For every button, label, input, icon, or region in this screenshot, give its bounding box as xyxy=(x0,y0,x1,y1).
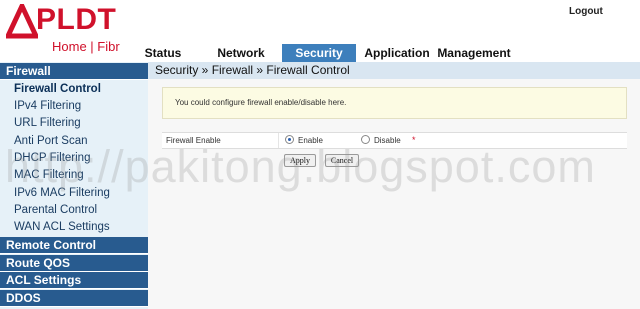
sidebar-section-ddos[interactable]: DDOS xyxy=(0,290,148,307)
info-box: You could configure firewall enable/disa… xyxy=(162,87,627,119)
enable-radio-label: Enable xyxy=(298,136,323,145)
breadcrumb: Security » Firewall » Firewall Control xyxy=(148,62,640,79)
sidebar-item-mac-filtering[interactable]: MAC Filtering xyxy=(0,167,148,184)
tab-network[interactable]: Network xyxy=(208,44,274,62)
brand-name: PLDT xyxy=(36,3,117,36)
sidebar-section-remote-control[interactable]: Remote Control xyxy=(0,237,148,254)
sidebar-item-dhcp-filtering[interactable]: DHCP Filtering xyxy=(0,150,148,167)
cancel-button[interactable]: Cancel xyxy=(325,154,359,167)
logout-link[interactable]: Logout xyxy=(569,6,603,17)
sidebar-item-wan-acl-settings[interactable]: WAN ACL Settings xyxy=(0,219,148,236)
sidebar-section-route-qos[interactable]: Route QOS xyxy=(0,255,148,272)
pldt-triangle-icon xyxy=(6,4,38,39)
sidebar-item-ipv4-filtering[interactable]: IPv4 Filtering xyxy=(0,98,148,115)
top-nav: Status Network Security Application Mana… xyxy=(0,44,640,62)
sidebar: Firewall Firewall Control IPv4 Filtering… xyxy=(0,62,148,309)
sidebar-section-firewall[interactable]: Firewall xyxy=(0,63,148,80)
tab-status[interactable]: Status xyxy=(140,44,186,62)
apply-button[interactable]: Apply xyxy=(284,154,316,167)
disable-radio[interactable] xyxy=(361,135,370,144)
sidebar-item-anti-port-scan[interactable]: Anti Port Scan xyxy=(0,133,148,150)
required-asterisk: * xyxy=(412,135,416,145)
firewall-enable-row: Firewall Enable Enable Disable * xyxy=(162,132,627,149)
sidebar-item-ipv6-mac-filtering[interactable]: IPv6 MAC Filtering xyxy=(0,185,148,202)
sidebar-section-acl-settings[interactable]: ACL Settings xyxy=(0,272,148,289)
header: PLDT Home | Fibr Logout Status Network S… xyxy=(0,0,640,62)
tab-application[interactable]: Application xyxy=(362,44,432,62)
sidebar-item-parental-control[interactable]: Parental Control xyxy=(0,202,148,219)
firewall-enable-label: Firewall Enable xyxy=(166,136,221,145)
tab-management[interactable]: Management xyxy=(436,44,512,62)
form-divider xyxy=(278,133,279,148)
sidebar-item-url-filtering[interactable]: URL Filtering xyxy=(0,115,148,132)
disable-radio-label: Disable xyxy=(374,136,401,145)
sidebar-item-firewall-control[interactable]: Firewall Control xyxy=(0,81,148,98)
tab-security[interactable]: Security xyxy=(282,44,356,62)
enable-radio[interactable] xyxy=(285,135,294,144)
